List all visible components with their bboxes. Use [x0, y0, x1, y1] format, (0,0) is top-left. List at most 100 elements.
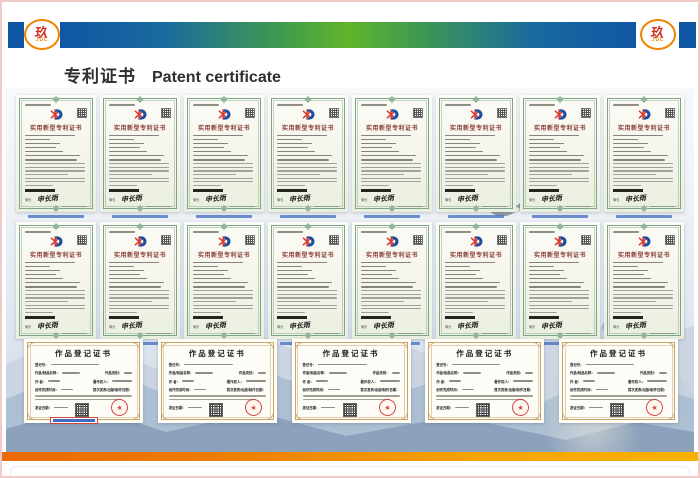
text-line	[193, 181, 253, 182]
registration-number-row: 登记号：	[169, 362, 266, 367]
commissioner-label: 局长	[277, 324, 283, 329]
certificate-paragraph-1	[529, 163, 591, 175]
text-line	[445, 170, 505, 171]
text-line	[613, 294, 673, 295]
text-line	[529, 159, 581, 161]
text-line	[529, 286, 581, 288]
reg-no-label: 登记号：	[303, 362, 317, 367]
work-category-label: 作品类别：	[105, 370, 122, 375]
patent-certificate-paper: 实用新型专利证书	[436, 222, 516, 339]
text-line	[193, 286, 245, 288]
frame-ornament	[388, 331, 395, 338]
work-name-label: 作品/制品名称：	[303, 370, 328, 375]
corner-flourish	[295, 342, 305, 352]
certificate-number-line	[613, 231, 639, 233]
text-line	[169, 395, 266, 396]
text-line	[277, 174, 320, 175]
certificate-paragraph-1	[361, 163, 423, 175]
qr-code-icon	[245, 235, 255, 245]
cnipa-emblem-icon	[637, 235, 652, 248]
jdl-logo-right: 玖 JDL	[640, 19, 676, 50]
patent-certificate-paper: 实用新型专利证书	[520, 95, 600, 212]
certificate-number-line	[277, 104, 303, 106]
text-line	[109, 262, 159, 264]
certificate-info-lines	[25, 135, 87, 161]
commissioner-label: 局长	[25, 324, 31, 329]
text-line	[193, 139, 218, 141]
page-title-chinese: 专利证书	[64, 62, 136, 87]
frame-ornament	[52, 204, 59, 211]
patent-certificate-paper: 实用新型专利证书	[184, 95, 264, 212]
text-line	[193, 163, 253, 164]
text-line	[361, 174, 404, 175]
text-line	[277, 143, 312, 145]
text-line	[361, 155, 416, 157]
certificate-caption	[112, 215, 168, 218]
seal-star: ★	[116, 403, 124, 412]
text-line	[529, 181, 589, 182]
commissioner-label: 局长	[277, 197, 283, 202]
text-line	[109, 181, 169, 182]
work-category-label: 作品类别：	[506, 370, 523, 375]
qr-code-icon	[329, 108, 339, 118]
commissioner-label: 局长	[529, 324, 535, 329]
patent-certificate-title: 实用新型专利证书	[109, 250, 171, 259]
text-line	[61, 389, 73, 390]
text-line	[109, 167, 169, 168]
text-line	[195, 372, 213, 373]
text-line	[361, 139, 386, 141]
text-line	[613, 167, 673, 168]
certificate-number-line	[613, 104, 639, 106]
first-publish-label: 首次发表/出版/制作日期：	[93, 387, 132, 392]
seal-star: ★	[249, 403, 257, 412]
certificate-info-lines	[529, 135, 591, 161]
patent-certificate-title: 实用新型专利证书	[193, 123, 255, 132]
gold-border-frame: 作品登记证书 登记号： 作品/制品名称： 作品类别： 作 者：	[161, 342, 274, 420]
commissioner-label: 局长	[613, 324, 619, 329]
text-line	[613, 274, 644, 276]
text-line	[361, 170, 421, 171]
text-line	[445, 286, 497, 288]
frame-ornament	[52, 331, 59, 338]
text-line	[613, 262, 663, 264]
patent-certificate-title: 实用新型专利证书	[529, 123, 591, 132]
text-line	[188, 407, 202, 408]
text-line	[445, 274, 476, 276]
text-line	[529, 185, 557, 186]
certificate-header	[445, 235, 507, 248]
qr-code-icon	[665, 235, 675, 245]
issue-date-line	[314, 333, 339, 334]
text-line	[109, 159, 161, 161]
frame-ornament	[640, 204, 647, 211]
patent-certificate-title: 实用新型专利证书	[361, 123, 423, 132]
copyright-certificate-title: 作品登记证书	[169, 348, 266, 359]
text-line	[328, 389, 340, 390]
patent-certificate: 实用新型专利证书	[604, 95, 684, 218]
issue-date-line	[650, 333, 675, 334]
text-line	[445, 301, 488, 302]
text-line	[25, 266, 50, 268]
patent-certificate-paper: 实用新型专利证书	[520, 222, 600, 339]
text-line	[613, 286, 665, 288]
copyright-certificate: 作品登记证书 登记号： 作品/制品名称： 作品类别： 作 者：	[158, 339, 277, 423]
patent-certificate-paper: 实用新型专利证书	[604, 95, 684, 212]
green-border-frame: 实用新型专利证书	[523, 225, 597, 336]
registration-number-row: 登记号：	[303, 362, 400, 367]
frame-ornament	[556, 204, 563, 211]
commissioner-signature: 申长雨	[121, 193, 143, 205]
completion-date-label: 创作完成时间：	[436, 387, 460, 392]
signature-row: 局长 申长雨	[193, 194, 255, 204]
logo-character: 玖	[35, 26, 50, 39]
certificate-info-lines	[445, 262, 507, 288]
author-row: 作 者： 著作权人：	[35, 379, 132, 384]
patent-certificate-title: 实用新型专利证书	[613, 123, 675, 132]
patent-row-1: 实用新型专利证书	[16, 95, 684, 218]
text-line	[529, 163, 589, 164]
certificate-paragraph-2	[109, 305, 171, 313]
certificate-paragraph-2	[361, 178, 423, 186]
redacted-block	[613, 316, 643, 319]
text-line	[62, 372, 80, 373]
text-line	[445, 155, 500, 157]
text-line	[445, 262, 495, 264]
patent-certificate: 实用新型专利证书	[16, 95, 96, 218]
